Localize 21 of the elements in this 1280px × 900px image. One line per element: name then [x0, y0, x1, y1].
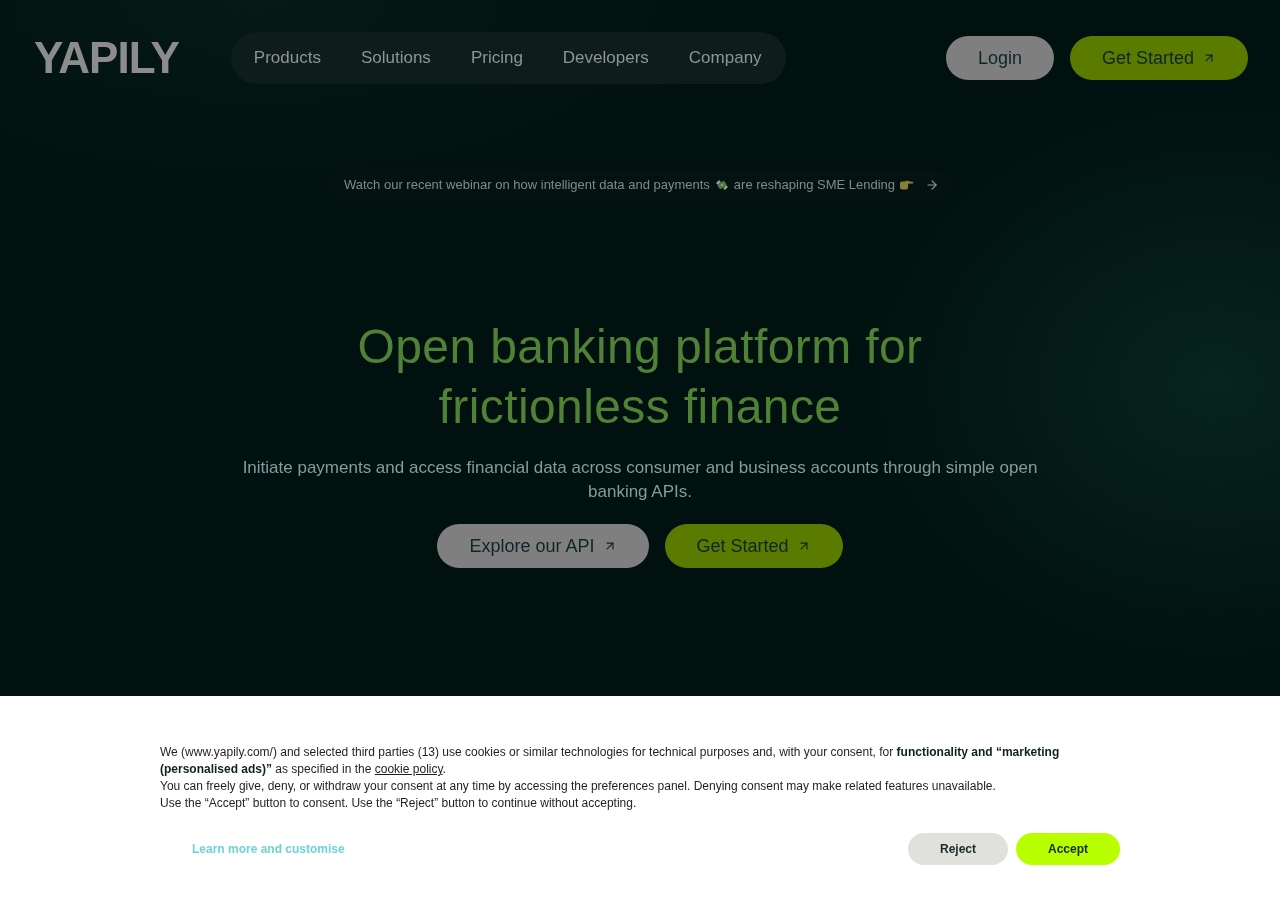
get-started-button[interactable]: Get Started — [1069, 36, 1248, 80]
cookie-notice-line: You can freely give, deny, or withdraw your consent at any time by accessing the preferences panel. Denying consent may make related features unavailable. — [160, 778, 997, 795]
cookie-notice-line: Use the “Accept” button to consent. Use the “Reject” button to continue without accepting. — [160, 795, 638, 812]
money-icon — [714, 177, 729, 192]
cookie-notice: We (www.yapily.com/) and selected third parties (13) use cookies or similar technologies for technical purposes and, with your consent, for functionality and “marketing (personalised ads)” as specified in the cookie policy. — [160, 744, 1061, 778]
cookie-policy-link[interactable]: cookie policy — [374, 762, 443, 776]
hero-subtitle: Initiate payments and access financial data across consumer and business accounts through simple open banking APIs. — [241, 457, 1039, 503]
accept-button[interactable]: Accept — [1016, 833, 1120, 865]
nav-link[interactable]: Company — [688, 48, 762, 68]
reject-button[interactable]: Reject — [908, 833, 1008, 865]
nav-link[interactable]: Pricing — [470, 48, 523, 68]
banner-text: are reshaping SME Lending — [733, 177, 896, 192]
hero-title: Open banking platform for frictionless finance — [357, 319, 923, 435]
explore-api-button[interactable]: Explore our API — [437, 524, 649, 568]
logo[interactable]: YAPILY — [34, 36, 179, 80]
nav-link[interactable]: Products — [253, 48, 321, 68]
login-button[interactable]: Login — [945, 36, 1054, 80]
banner-text: Watch our recent webinar on how intelligent data and payments — [343, 177, 710, 192]
nav-link[interactable]: Developers — [562, 48, 649, 68]
nav-link[interactable]: Solutions — [360, 48, 431, 68]
get-started-button[interactable]: Get Started — [664, 524, 843, 568]
